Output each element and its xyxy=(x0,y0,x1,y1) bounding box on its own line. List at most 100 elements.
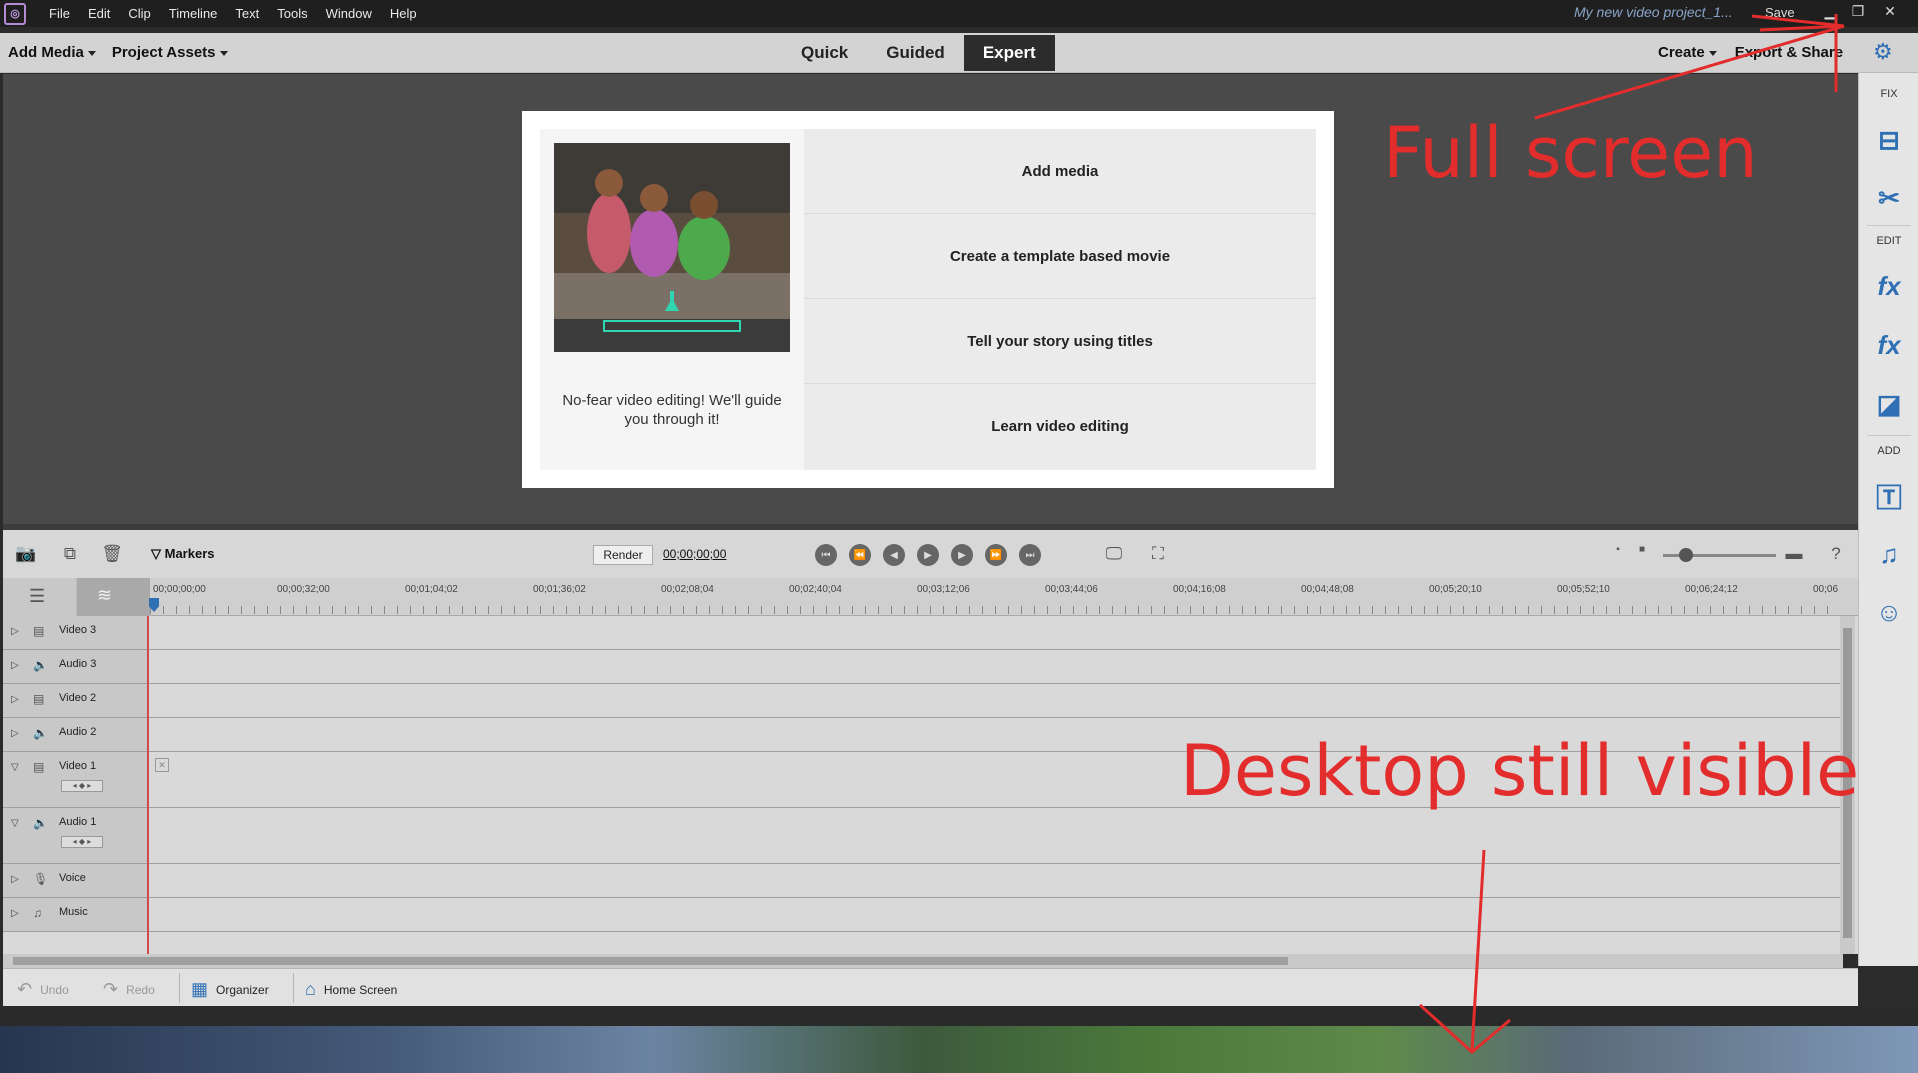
scrollbar-thumb[interactable] xyxy=(13,957,1288,965)
zoom-slider-handle[interactable] xyxy=(1679,548,1693,562)
tab-expert[interactable]: Expert xyxy=(963,35,1055,71)
playhead-line[interactable] xyxy=(147,616,149,954)
gear-icon[interactable]: ⚙ xyxy=(1873,41,1895,63)
restore-icon[interactable]: ❐ xyxy=(1844,0,1872,22)
organizer-button[interactable]: ▦ Organizer xyxy=(191,979,269,1000)
create-menu[interactable]: Create xyxy=(1658,44,1717,61)
audio-waveform-button[interactable]: ≋ xyxy=(77,578,150,616)
keyframe-controls[interactable]: ◂ ◆ ▸ xyxy=(61,836,103,848)
track-body[interactable] xyxy=(149,808,1843,863)
right-panel: FIX ⊟ ✂ EDIT fx fx ◪ ADD 🅃 ♫ ☺ xyxy=(1858,73,1918,966)
menu-bar: ◎ File Edit Clip Timeline Text Tools Win… xyxy=(0,0,1918,27)
ruler-tick: 00;03;12;06 xyxy=(917,584,970,595)
adjust-sliders-icon[interactable]: ⊟ xyxy=(1872,123,1906,157)
redo-button[interactable]: ↷ Redo xyxy=(103,979,155,1000)
divider xyxy=(1867,435,1911,436)
track-audio-3: ▷ 🔈 Audio 3 xyxy=(3,650,1843,684)
trash-icon[interactable]: 🗑 xyxy=(101,544,123,564)
add-media-option[interactable]: Add media xyxy=(804,129,1316,214)
track-body[interactable] xyxy=(149,864,1843,897)
collapse-arrow-icon[interactable]: ▽ xyxy=(11,762,19,773)
collapse-arrow-icon[interactable]: ▽ xyxy=(11,818,19,829)
expand-arrow-icon[interactable]: ▷ xyxy=(11,626,19,637)
play-icon[interactable]: ▶ xyxy=(917,544,939,566)
project-assets-menu[interactable]: Project Assets xyxy=(112,44,228,61)
expand-arrow-icon[interactable]: ▷ xyxy=(11,908,19,919)
track-header[interactable]: ▷ ♫ Music xyxy=(3,898,148,931)
expand-arrow-icon[interactable]: ▷ xyxy=(11,694,19,705)
camera-icon[interactable]: 📷 xyxy=(15,544,37,564)
close-icon[interactable]: ✕ xyxy=(1876,0,1904,22)
ruler-tick-marks xyxy=(150,606,1840,614)
tab-guided[interactable]: Guided xyxy=(867,35,964,71)
fix-section-label: FIX xyxy=(1880,88,1898,100)
expand-arrow-icon[interactable]: ▷ xyxy=(11,874,19,885)
track-options-button[interactable]: ☰ xyxy=(3,578,76,616)
zoom-out-small-icon[interactable]: ▪ xyxy=(1607,544,1629,564)
track-body[interactable] xyxy=(149,616,1843,649)
keyframe-controls[interactable]: ◂ ◆ ▸ xyxy=(61,780,103,792)
go-to-end-icon[interactable]: ⏭ xyxy=(1019,544,1041,566)
ruler-tick: 00;00;32;00 xyxy=(277,584,330,595)
previous-edit-icon[interactable]: ⏪ xyxy=(849,544,871,566)
menu-file[interactable]: File xyxy=(40,6,79,21)
next-edit-icon[interactable]: ⏩ xyxy=(985,544,1007,566)
track-header[interactable]: ▽ ▤ Video 1 ◂ ◆ ▸ xyxy=(3,752,148,807)
save-button[interactable]: Save xyxy=(1765,5,1795,20)
fullscreen-preview-icon[interactable]: ⛶ xyxy=(1147,544,1169,564)
titles-icon[interactable]: 🅃 xyxy=(1872,479,1906,513)
menu-clip[interactable]: Clip xyxy=(119,6,159,21)
home-screen-button[interactable]: ⌂ Home Screen xyxy=(305,979,397,1000)
menu-timeline[interactable]: Timeline xyxy=(160,6,227,21)
project-assets-label: Project Assets xyxy=(111,44,216,61)
expand-arrow-icon[interactable]: ▷ xyxy=(11,660,19,671)
menu-edit[interactable]: Edit xyxy=(79,6,119,21)
render-button[interactable]: Render xyxy=(593,545,653,565)
clip-resize-icon[interactable]: ⧉ xyxy=(59,544,81,564)
menu-tools[interactable]: Tools xyxy=(268,6,316,21)
effects-icon[interactable]: fx xyxy=(1872,328,1906,362)
tools-icon[interactable]: ✂ xyxy=(1872,181,1906,215)
track-body[interactable] xyxy=(149,898,1843,931)
ruler-tick: 00;02;40;04 xyxy=(789,584,842,595)
monitor-settings-icon[interactable]: 🖵 xyxy=(1103,544,1125,564)
markers-menu[interactable]: ▽ Markers xyxy=(151,546,214,562)
graphics-smiley-icon[interactable]: ☺ xyxy=(1872,595,1906,629)
story-titles-option[interactable]: Tell your story using titles xyxy=(804,299,1316,384)
step-back-icon[interactable]: ◀ xyxy=(883,544,905,566)
track-header[interactable]: ▷ ▤ Video 2 xyxy=(3,684,148,717)
tab-quick[interactable]: Quick xyxy=(782,35,867,71)
track-header[interactable]: ▷ 🎙 Voice xyxy=(3,864,148,897)
menu-window[interactable]: Window xyxy=(317,6,381,21)
annotation-desktop-visible: Desktop still visible xyxy=(1180,730,1860,812)
minimize-icon[interactable]: ▁ xyxy=(1816,0,1844,22)
track-header[interactable]: ▷ 🔈 Audio 2 xyxy=(3,718,148,751)
track-body[interactable] xyxy=(149,684,1843,717)
expand-arrow-icon[interactable]: ▷ xyxy=(11,728,19,739)
zoom-in-icon[interactable]: ▬ xyxy=(1783,544,1805,564)
track-header[interactable]: ▷ ▤ Video 3 xyxy=(3,616,148,649)
go-to-start-icon[interactable]: ⏮ xyxy=(815,544,837,566)
add-media-menu[interactable]: Add Media xyxy=(8,44,96,61)
redo-label: Redo xyxy=(126,982,155,997)
track-header[interactable]: ▽ 🔈 Audio 1 ◂ ◆ ▸ xyxy=(3,808,148,863)
export-share-menu[interactable]: Export & Share xyxy=(1735,44,1843,61)
music-icon[interactable]: ♫ xyxy=(1872,537,1906,571)
undo-button[interactable]: ↶ Undo xyxy=(17,979,69,1000)
help-icon[interactable]: ? xyxy=(1825,544,1847,564)
step-forward-icon[interactable]: ▶ xyxy=(951,544,973,566)
horizontal-scrollbar[interactable] xyxy=(3,954,1843,968)
timecode-field[interactable]: 00;00;00;00 xyxy=(663,547,726,561)
template-movie-option[interactable]: Create a template based movie xyxy=(804,214,1316,299)
track-options-icon: ☰ xyxy=(29,586,46,606)
zoom-out-icon[interactable]: ■ xyxy=(1631,544,1653,564)
track-header[interactable]: ▷ 🔈 Audio 3 xyxy=(3,650,148,683)
track-body[interactable] xyxy=(149,650,1843,683)
transitions-icon[interactable]: ◪ xyxy=(1872,387,1906,421)
learn-editing-option[interactable]: Learn video editing xyxy=(804,384,1316,469)
applied-effects-icon[interactable]: fx xyxy=(1872,269,1906,303)
menu-help[interactable]: Help xyxy=(381,6,426,21)
ruler-tick: 00;01;36;02 xyxy=(533,584,586,595)
timeline-ruler[interactable]: ☰ ≋ 00;00;00;00 00;00;32;00 00;01;04;02 … xyxy=(3,578,1858,616)
menu-text[interactable]: Text xyxy=(226,6,268,21)
